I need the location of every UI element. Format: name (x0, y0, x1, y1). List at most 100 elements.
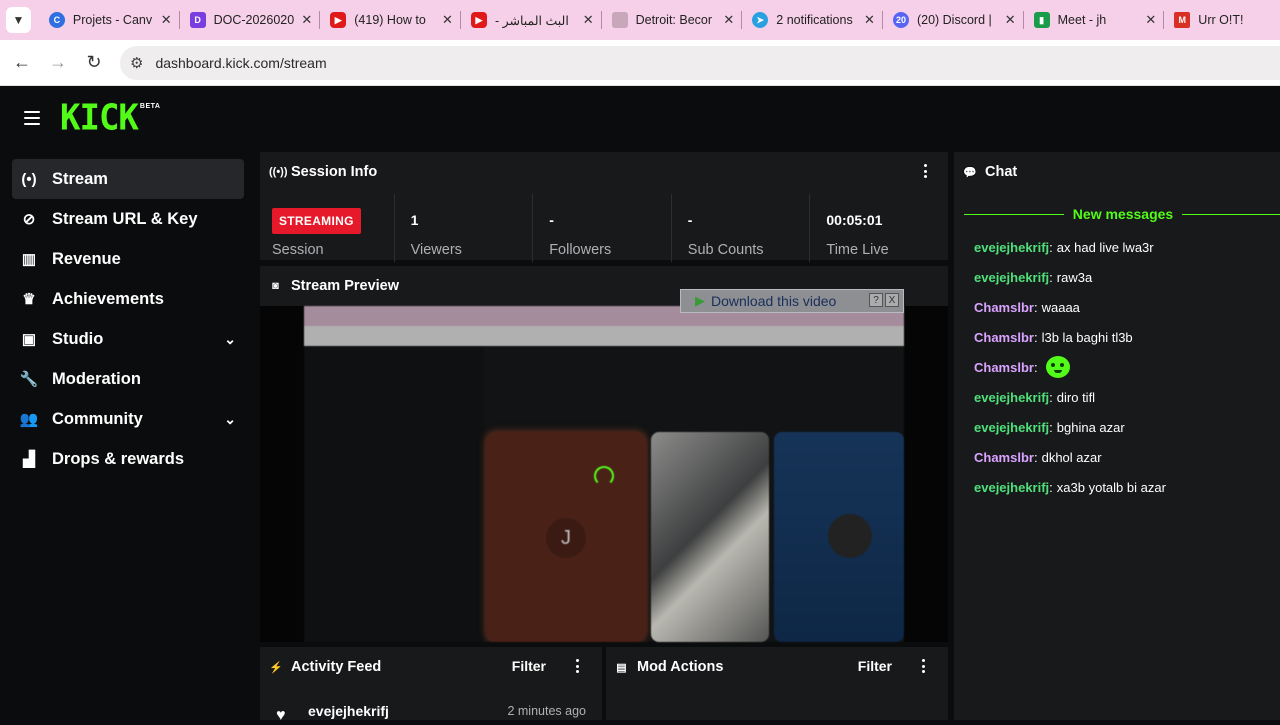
stat-label: Session (272, 242, 324, 258)
reload-button[interactable]: ↻ (76, 45, 112, 81)
browser-tab[interactable]: C Projets - Canv ✕ (39, 0, 180, 40)
broadcast-icon: ((•)) (269, 166, 288, 178)
preview-urlbar (304, 326, 904, 346)
streaming-badge: STREAMING (272, 208, 361, 234)
filter-button[interactable]: Filter (512, 658, 546, 674)
chat-username[interactable]: Chamslbr (974, 300, 1034, 315)
chat-username[interactable]: Chamslbr (974, 360, 1034, 375)
tab-search-button[interactable]: ▼ (6, 7, 31, 33)
sidebar-item-studio[interactable]: ▣ Studio ⌄ (12, 319, 244, 359)
browser-tab[interactable]: 20 (20) Discord | ✕ (883, 0, 1024, 40)
sidebar-item-drops-rewards[interactable]: ▟ Drops & rewards (12, 439, 244, 479)
stat-label: Viewers (410, 242, 462, 258)
colon: : (1049, 419, 1053, 435)
sidebar-item-achievements[interactable]: ♛ Achievements (12, 279, 244, 319)
stat-value: 00:05:01 (826, 212, 883, 228)
sidebar-item-community[interactable]: 👥 Community ⌄ (12, 399, 244, 439)
sidebar-item-label: Revenue (52, 249, 121, 268)
browser-tab[interactable]: ▶ البث المباشر - ✕ (461, 0, 602, 40)
gmail-icon: M (1174, 12, 1191, 28)
browser-tab[interactable]: ➤ 2 notifications ✕ (742, 0, 883, 40)
more-options-icon[interactable] (924, 164, 928, 178)
sidebar-item-label: Achievements (52, 289, 164, 308)
panel-header: ▤ Mod Actions Filter (606, 647, 948, 687)
sidebar-item-stream-url-key[interactable]: ⊘ Stream URL & Key (12, 199, 244, 239)
youtube-icon: ▶ (470, 12, 487, 28)
tab-close-icon[interactable]: ✕ (583, 12, 594, 28)
download-label[interactable]: Download this video (711, 293, 836, 309)
tab-close-icon[interactable]: ✕ (864, 12, 875, 28)
feed-username[interactable]: evejejhekrifj (308, 703, 389, 719)
browser-tab[interactable]: M Urr O!T! (1164, 0, 1280, 40)
help-icon[interactable]: ? (869, 293, 883, 307)
preview-card: J (486, 432, 646, 642)
address-bar[interactable]: ⚙ dashboard.kick.com/stream (120, 46, 1280, 80)
sidebar-item-stream[interactable]: (•) Stream (12, 159, 244, 199)
tab-title: (20) Discord | (916, 13, 992, 27)
chat-username[interactable]: Chamslbr (974, 330, 1034, 345)
sidebar-item-moderation[interactable]: 🔧 Moderation (12, 359, 244, 399)
browser-tab[interactable]: Detroit: Becor ✕ (602, 0, 743, 40)
browser-tab[interactable]: D DOC-2026020 ✕ (180, 0, 321, 40)
forward-button[interactable]: → (40, 45, 76, 81)
canva-icon: C (48, 12, 65, 28)
chat-username[interactable]: evejejhekrifj (974, 270, 1049, 285)
sidebar-item-revenue[interactable]: ▥ Revenue (12, 239, 244, 279)
back-button[interactable]: ← (4, 45, 40, 81)
tab-title: Projets - Canv (72, 13, 153, 27)
browser-tab-bar: ▼ C Projets - Canv ✕ D DOC-2026020 ✕ ▶ (… (0, 0, 1280, 40)
kick-logo[interactable]: KICK BETA (60, 98, 161, 139)
chat-username[interactable]: evejejhekrifj (974, 390, 1049, 405)
more-options-icon[interactable] (922, 659, 926, 673)
chat-username[interactable]: evejejhekrifj (974, 240, 1049, 255)
chat-text: l3b la baghi tl3b (1041, 329, 1133, 345)
tab-close-icon[interactable]: ✕ (442, 12, 453, 28)
chat-text: xa3b yotalb bi azar (1056, 479, 1166, 495)
chat-text: diro tifl (1056, 389, 1096, 405)
close-icon[interactable]: X (885, 293, 899, 307)
browser-tab[interactable]: ▶ (419) How to ✕ (320, 0, 461, 40)
colon: : (1033, 299, 1038, 315)
chat-username[interactable]: evejejhekrifj (974, 420, 1049, 435)
site-settings-icon[interactable]: ⚙ (130, 54, 143, 72)
telegram-icon: ➤ (752, 12, 769, 28)
sidebar: (•) Stream ⊘ Stream URL & Key ▥ Revenue … (12, 159, 244, 479)
document-icon: ▤ (616, 661, 627, 674)
browser-tab[interactable]: ▮ Meet - jh ✕ (1024, 0, 1165, 40)
tab-close-icon[interactable]: ✕ (301, 12, 312, 28)
sidebar-item-label: Community (52, 409, 143, 428)
youtube-icon: ▶ (330, 12, 347, 28)
stream-preview-panel: ◙ Stream Preview J ▶ Download this video… (260, 266, 948, 642)
tab-title: Detroit: Becor (635, 13, 713, 27)
chat-username[interactable]: evejejhekrifj (974, 480, 1049, 495)
chat-message: evejejhekrifj: raw3a (974, 262, 1274, 292)
studio-icon: ▣ (21, 331, 37, 348)
chevron-down-icon[interactable]: ⌄ (224, 331, 236, 348)
preview-avatar (828, 514, 872, 558)
tab-close-icon[interactable]: ✕ (1145, 12, 1156, 28)
panel-title: Chat (985, 164, 1018, 180)
activity-feed-panel: ⚡ Activity Feed Filter ♥ evejejhekrifj 2… (260, 647, 602, 724)
tab-close-icon[interactable]: ✕ (723, 12, 734, 28)
session-info-panel: ((•)) Session Info STREAMING Session 1 V… (260, 152, 948, 262)
filter-button[interactable]: Filter (858, 658, 892, 674)
menu-icon[interactable] (24, 111, 40, 125)
beta-badge: BETA (139, 103, 161, 110)
chat-icon: 💬 (963, 166, 977, 179)
colon: : (1033, 449, 1038, 465)
url-text[interactable]: dashboard.kick.com/stream (155, 55, 326, 71)
preview-sidebar (304, 346, 484, 642)
tab-close-icon[interactable]: ✕ (161, 12, 172, 28)
stream-icon: (•) (21, 170, 37, 188)
tab-title: (419) How to (354, 13, 426, 27)
chat-text: bghina azar (1056, 419, 1125, 435)
download-video-bar[interactable]: ▶ Download this video ? X (680, 289, 904, 313)
chevron-down-icon[interactable]: ⌄ (224, 411, 236, 428)
colon: : (1049, 239, 1053, 255)
more-options-icon[interactable] (576, 659, 580, 673)
colon: : (1033, 359, 1038, 375)
stat-sub-counts: - Sub Counts (670, 194, 810, 262)
tab-close-icon[interactable]: ✕ (1005, 12, 1016, 28)
stream-preview-player[interactable]: J ▶ Download this video ? X (260, 289, 948, 642)
chat-username[interactable]: Chamslbr (974, 450, 1034, 465)
